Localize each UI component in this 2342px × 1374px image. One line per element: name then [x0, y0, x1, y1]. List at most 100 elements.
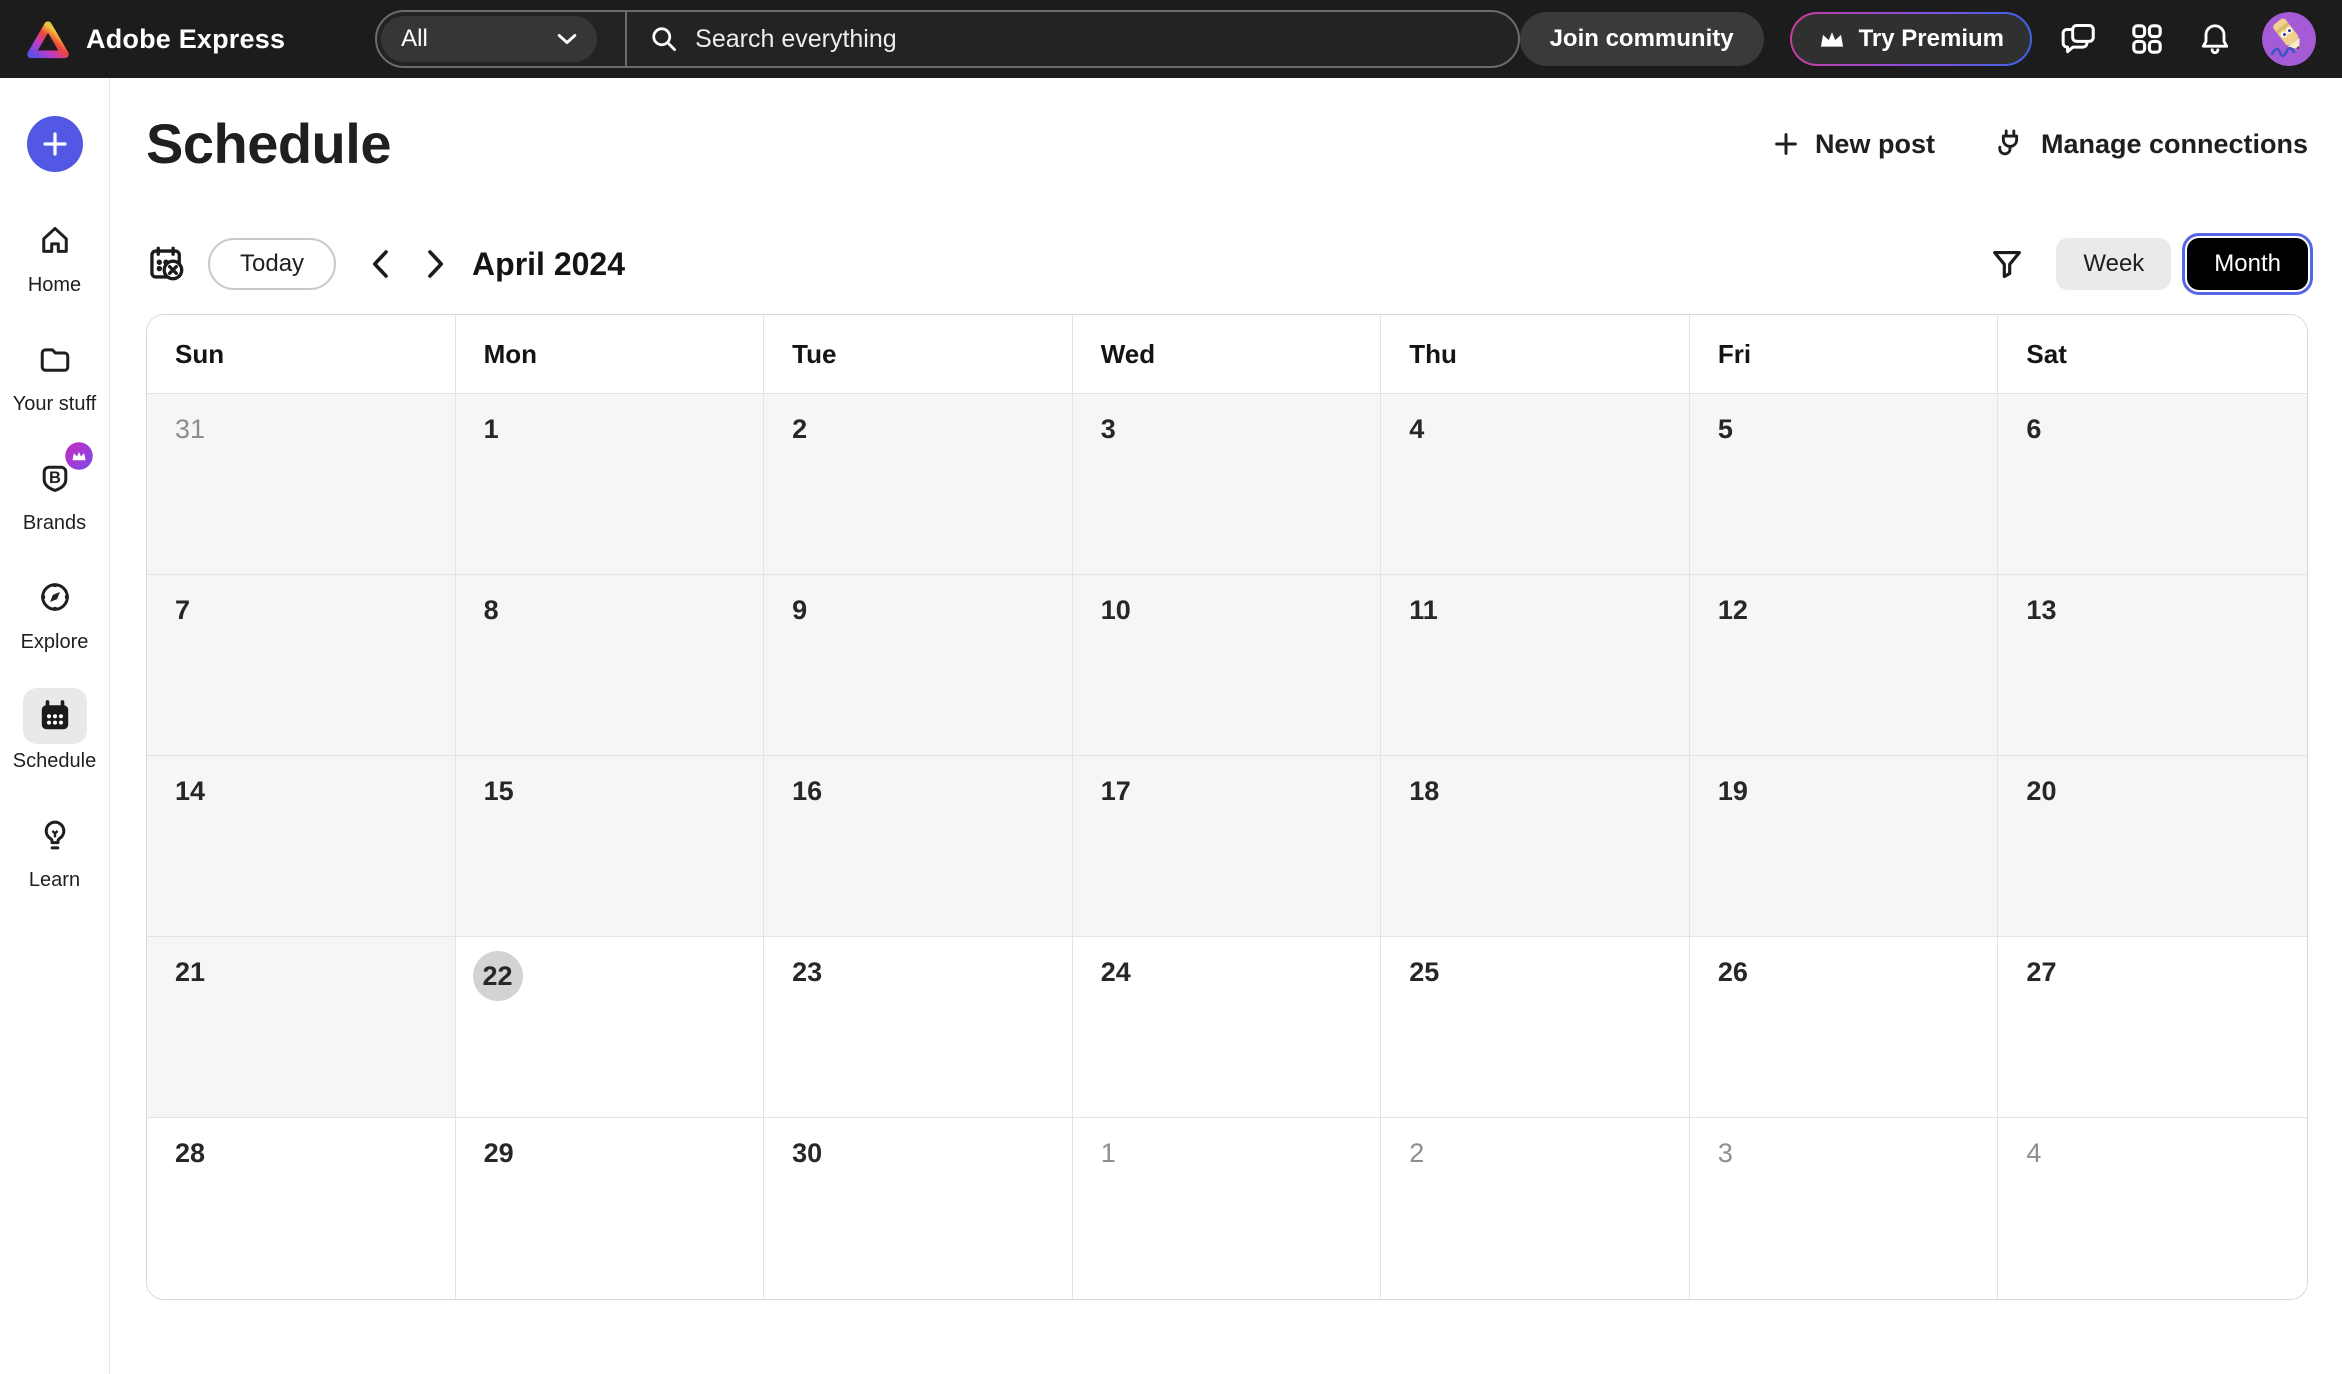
lightbulb-icon: [23, 807, 87, 863]
calendar-cell[interactable]: 22: [456, 937, 765, 1118]
calendar-cell[interactable]: 26: [1690, 937, 1999, 1118]
plug-icon: [1993, 127, 2027, 161]
sidebar-item-brands[interactable]: B Brands: [23, 450, 87, 535]
week-view-toggle[interactable]: Week: [2056, 238, 2171, 290]
day-header: Sun: [147, 315, 456, 393]
sidebar-item-your-stuff[interactable]: Your stuff: [13, 331, 96, 416]
calendar-cell[interactable]: 11: [1381, 575, 1690, 756]
manage-connections-button[interactable]: Manage connections: [1993, 127, 2308, 161]
previous-month-button[interactable]: [360, 244, 400, 284]
date-number: 27: [2026, 957, 2056, 987]
date-number: 26: [1718, 957, 1748, 987]
calendar-cell[interactable]: 4: [1381, 394, 1690, 575]
calendar-cell[interactable]: 18: [1381, 756, 1690, 937]
join-community-button[interactable]: Join community: [1520, 12, 1764, 66]
calendar-cell[interactable]: 31: [147, 394, 456, 575]
sidebar-item-schedule[interactable]: Schedule: [13, 688, 96, 773]
date-number: 6: [2026, 414, 2041, 444]
date-number: 23: [792, 957, 822, 987]
calendar-cell[interactable]: 10: [1073, 575, 1382, 756]
day-header: Wed: [1073, 315, 1382, 393]
date-number: 4: [2026, 1138, 2041, 1168]
next-month-button[interactable]: [416, 244, 456, 284]
search-scope-dropdown[interactable]: All: [381, 16, 597, 62]
date-number: 20: [2026, 776, 2056, 806]
date-number: 18: [1409, 776, 1439, 806]
calendar-week-row: 7 8 91011 12 13: [147, 575, 2307, 756]
sidebar-item-home[interactable]: Home: [23, 212, 87, 297]
sidebar-item-label: Learn: [29, 869, 80, 892]
topbar: Adobe Express All Join community Try Pre…: [0, 0, 2342, 78]
calendar-cell[interactable]: 16: [764, 756, 1073, 937]
calendar: SunMonTueWedThuFriSat 311234567891011121…: [146, 314, 2308, 1300]
period-label: April 2024: [472, 246, 625, 283]
calendar-cell[interactable]: 20: [1998, 756, 2307, 937]
apps-grid-icon: [2129, 21, 2165, 57]
calendar-cell[interactable]: 27: [1998, 937, 2307, 1118]
calendar-cell[interactable]: 14: [147, 756, 456, 937]
calendar-cell[interactable]: 30: [764, 1118, 1073, 1299]
month-view-toggle[interactable]: Month: [2187, 238, 2308, 290]
feedback-chat-button[interactable]: [2058, 18, 2100, 60]
day-header: Sat: [1998, 315, 2307, 393]
calendar-cell[interactable]: 23: [764, 937, 1073, 1118]
bell-icon: [2197, 21, 2233, 57]
calendar-cell[interactable]: 6: [1998, 394, 2307, 575]
date-number: 8: [484, 595, 499, 625]
chat-bubbles-icon: [2060, 20, 2098, 58]
calendar-cell[interactable]: 8: [456, 575, 765, 756]
calendar-cell[interactable]: 12: [1690, 575, 1999, 756]
account-avatar[interactable]: [2262, 12, 2316, 66]
calendar-week-row: 282930123 4: [147, 1118, 2307, 1299]
calendar-cell[interactable]: 1: [1073, 1118, 1382, 1299]
plus-icon: [40, 129, 70, 159]
sidebar-item-learn[interactable]: Learn: [23, 807, 87, 892]
calendar-week-row: 31 1234 56: [147, 394, 2307, 575]
calendar-cell[interactable]: 25: [1381, 937, 1690, 1118]
sidebar-item-explore[interactable]: Explore: [21, 569, 89, 654]
compass-icon: [23, 569, 87, 625]
date-number: 7: [175, 595, 190, 625]
apps-grid-button[interactable]: [2126, 18, 2168, 60]
date-number: 4: [1409, 414, 1424, 444]
calendar-cell[interactable]: 21: [147, 937, 456, 1118]
calendar-cell[interactable]: 24: [1073, 937, 1382, 1118]
calendar-cell[interactable]: 19: [1690, 756, 1999, 937]
day-header: Tue: [764, 315, 1073, 393]
date-number: 12: [1718, 595, 1748, 625]
date-number: 3: [1718, 1138, 1733, 1168]
try-premium-label: Try Premium: [1859, 25, 2004, 53]
month-nav: [360, 244, 456, 284]
calendar-cell[interactable]: 1: [456, 394, 765, 575]
calendar-cell[interactable]: 4: [1998, 1118, 2307, 1299]
clear-schedule-calendar-icon[interactable]: [146, 243, 188, 285]
search-input[interactable]: [693, 24, 1517, 55]
calendar-cell[interactable]: 2: [764, 394, 1073, 575]
main-content: Schedule New post: [110, 78, 2342, 1374]
calendar-cell[interactable]: 15: [456, 756, 765, 937]
date-number: 31: [175, 414, 205, 444]
calendar-cell[interactable]: 3: [1073, 394, 1382, 575]
calendar-cell[interactable]: 28: [147, 1118, 456, 1299]
calendar-cell[interactable]: 17: [1073, 756, 1382, 937]
calendar-cell[interactable]: 3: [1690, 1118, 1999, 1299]
create-new-button[interactable]: [27, 116, 83, 172]
try-premium-button[interactable]: Try Premium: [1790, 12, 2032, 66]
search-bar: All: [375, 10, 1519, 68]
calendar-cell[interactable]: 29: [456, 1118, 765, 1299]
calendar-cell[interactable]: 5: [1690, 394, 1999, 575]
calendar-cell[interactable]: 2: [1381, 1118, 1690, 1299]
calendar-cell[interactable]: 7: [147, 575, 456, 756]
day-header: Thu: [1381, 315, 1690, 393]
today-button[interactable]: Today: [208, 238, 336, 290]
brand-name: Adobe Express: [86, 24, 285, 55]
new-post-button[interactable]: New post: [1771, 129, 1935, 160]
chevron-down-icon: [557, 33, 577, 45]
filter-button[interactable]: [1988, 245, 2026, 283]
manage-connections-label: Manage connections: [2041, 129, 2308, 160]
calendar-cell[interactable]: 9: [764, 575, 1073, 756]
page-title: Schedule: [146, 116, 391, 172]
notifications-button[interactable]: [2194, 18, 2236, 60]
calendar-cell[interactable]: 13: [1998, 575, 2307, 756]
folder-icon: [23, 331, 87, 387]
